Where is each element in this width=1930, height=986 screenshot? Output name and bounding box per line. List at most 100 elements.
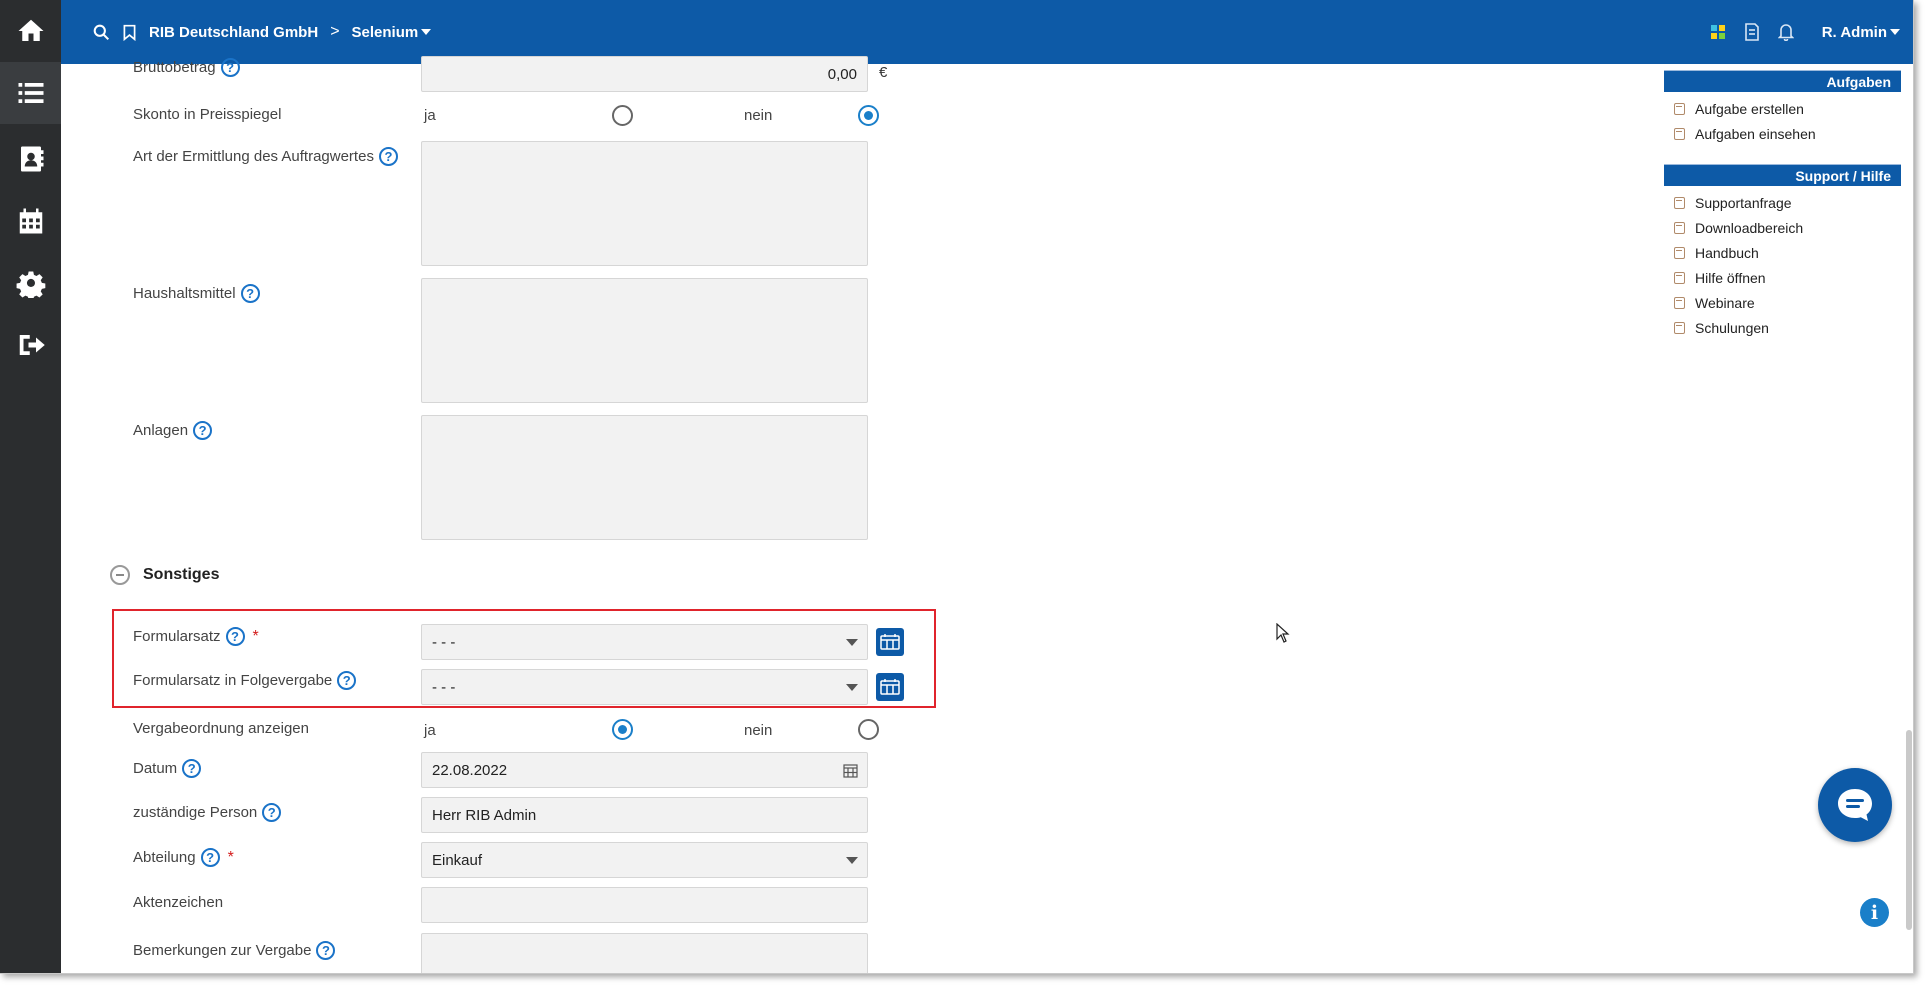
haushalt-label: Haushaltsmittel? (133, 284, 260, 303)
support-header: Support / Hilfe (1664, 164, 1901, 186)
help-icon[interactable]: ? (337, 671, 357, 690)
help-icon (1674, 271, 1685, 284)
sidebar-item-aufgabe-erstellen[interactable]: Aufgabe erstellen (1664, 96, 1901, 121)
sidebar-item-schulungen[interactable]: Schulungen (1664, 315, 1901, 340)
info-icon[interactable]: i (1860, 898, 1889, 927)
bemerk-label: Bemerkungen zur Vergabe? (133, 941, 336, 960)
help-icon[interactable]: ? (262, 803, 282, 822)
list-icon (18, 83, 43, 103)
sidebar-item-hilfe[interactable]: Hilfe öffnen (1664, 265, 1901, 290)
rail-calendar[interactable] (0, 190, 61, 252)
breadcrumb-separator: > (330, 23, 340, 40)
formularsatz-catalog-button[interactable] (876, 628, 904, 656)
document-icon[interactable] (1742, 22, 1762, 42)
help-icon[interactable]: ? (220, 58, 240, 77)
datum-value: 22.08.2022 (432, 761, 508, 779)
required-mark: * (227, 848, 234, 866)
anlagen-textarea[interactable] (421, 415, 868, 540)
sidebar-item-supportanfrage[interactable]: Supportanfrage (1664, 190, 1901, 215)
apps-icon[interactable] (1708, 22, 1728, 42)
sidebar-item-webinare[interactable]: Webinare (1664, 290, 1901, 315)
skonto-yes-label: ja (424, 107, 436, 124)
sidebar-item-handbuch[interactable]: Handbuch (1664, 240, 1901, 265)
book-icon (1674, 246, 1685, 259)
sidebar-item-downloadbereich[interactable]: Downloadbereich (1664, 215, 1901, 240)
help-icon[interactable]: ? (182, 759, 202, 778)
collapse-icon[interactable] (110, 565, 130, 585)
required-mark: * (252, 627, 259, 645)
bemerk-textarea[interactable] (421, 933, 868, 973)
person-input[interactable]: Herr RIB Admin (421, 797, 868, 833)
help-icon[interactable]: ? (225, 627, 245, 646)
skonto-no-radio[interactable] (858, 105, 879, 126)
brutto-input[interactable]: 0,00 (421, 56, 868, 92)
vergabe-no-label: nein (744, 722, 773, 739)
chevron-down-icon (846, 857, 858, 864)
form-content: Bruttobetrag? 0,00 € Skonto in Preisspie… (82, 56, 1642, 973)
haushalt-textarea[interactable] (421, 278, 868, 403)
folge-select[interactable]: - - - (421, 669, 868, 705)
formularsatz-label: Formularsatz? * (133, 627, 259, 646)
help-icon[interactable]: ? (240, 284, 260, 303)
anlagen-label: Anlagen? (133, 421, 213, 440)
help-icon[interactable]: ? (193, 421, 213, 440)
rail-list[interactable] (0, 62, 61, 124)
user-menu[interactable]: R. Admin (1822, 24, 1887, 41)
folge-catalog-button[interactable] (876, 673, 904, 701)
search-icon[interactable] (93, 24, 110, 41)
left-rail (0, 0, 70, 973)
folge-label: Formularsatz in Folgevergabe? (133, 671, 357, 690)
person-label: zuständige Person? (133, 803, 282, 822)
sidebar-item-aufgaben-einsehen[interactable]: Aufgaben einsehen (1664, 121, 1901, 146)
app-window: RIB Deutschland GmbH > Selenium R. Admin… (0, 0, 1914, 974)
chat-icon (1838, 789, 1872, 821)
calendar-picker-icon[interactable] (843, 763, 858, 778)
formularsatz-value: - - - (432, 633, 456, 651)
datum-input[interactable]: 22.08.2022 (421, 752, 868, 788)
aufgaben-list: Aufgabe erstellen Aufgaben einsehen (1664, 96, 1901, 146)
contacts-icon (20, 146, 43, 172)
brutto-label: Bruttobetrag? (133, 58, 240, 77)
abteilung-label: Abteilung? * (133, 848, 234, 867)
user-chevron-down-icon[interactable] (1890, 29, 1900, 35)
support-icon (1674, 196, 1685, 209)
datum-label: Datum? (133, 759, 202, 778)
akten-input[interactable] (421, 887, 868, 923)
section-title: Sonstiges (143, 566, 220, 583)
scrollbar[interactable] (1906, 730, 1912, 930)
bell-icon[interactable] (1776, 22, 1796, 42)
logout-icon (19, 335, 45, 355)
download-icon (1674, 221, 1685, 234)
ermittlung-textarea[interactable] (421, 141, 868, 266)
abteilung-select[interactable]: Einkauf (421, 842, 868, 878)
rail-settings[interactable] (0, 252, 61, 314)
chevron-down-icon (846, 684, 858, 691)
rail-logout[interactable] (0, 314, 61, 376)
breadcrumb-project[interactable]: Selenium (352, 24, 419, 41)
task-icon (1674, 127, 1685, 140)
section-sonstiges[interactable]: Sonstiges (110, 565, 219, 585)
brutto-value: 0,00 (827, 65, 857, 83)
top-bar: RIB Deutschland GmbH > Selenium R. Admin (61, 0, 1913, 64)
help-icon[interactable]: ? (378, 147, 398, 166)
bookmark-icon[interactable] (122, 24, 137, 41)
chevron-down-icon[interactable] (421, 29, 432, 35)
formularsatz-select[interactable]: - - - (421, 624, 868, 660)
vergabe-no-radio[interactable] (858, 719, 879, 740)
folge-value: - - - (432, 678, 456, 696)
calendar-icon (19, 208, 42, 234)
breadcrumb-company[interactable]: RIB Deutschland GmbH (149, 24, 318, 41)
help-icon[interactable]: ? (316, 941, 336, 960)
catalog-icon (880, 679, 900, 695)
home-icon (18, 19, 43, 41)
rail-contacts[interactable] (0, 128, 61, 190)
vergabe-yes-radio[interactable] (612, 719, 633, 740)
skonto-label: Skonto in Preisspiegel (133, 106, 282, 123)
chat-button[interactable] (1818, 768, 1892, 842)
person-value: Herr RIB Admin (432, 806, 537, 824)
skonto-yes-radio[interactable] (612, 105, 633, 126)
rail-home[interactable] (0, 0, 61, 62)
vergabe-label: Vergabeordnung anzeigen (133, 720, 309, 737)
cursor-icon (1276, 623, 1290, 643)
help-icon[interactable]: ? (200, 848, 220, 867)
